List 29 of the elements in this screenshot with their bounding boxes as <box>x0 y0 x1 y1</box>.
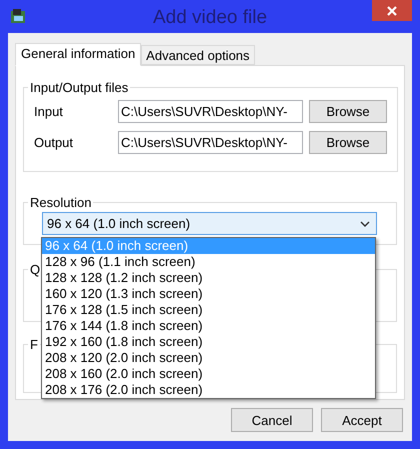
group-title: Resolution <box>29 195 92 210</box>
dropdown-option[interactable]: 208 x 160 (2.0 inch screen) <box>42 366 375 382</box>
chevron-icon <box>360 220 370 226</box>
dropdown-option[interactable]: 208 x 176 (2.0 inch screen) <box>42 382 375 398</box>
dialog-button[interactable]: Cancel <box>231 408 313 432</box>
window-title: Add video file <box>152 7 268 29</box>
group-title: Q <box>29 262 42 277</box>
browse-button[interactable]: Browse <box>309 100 387 122</box>
dropdown-option[interactable]: 192 x 160 (1.8 inch screen) <box>42 334 375 350</box>
field-label: Output <box>34 134 74 150</box>
dropdown-option[interactable]: 176 x 128 (1.5 inch screen) <box>42 302 375 318</box>
tab[interactable]: General information <box>15 43 142 66</box>
path-field[interactable]: C:\Users\SUVR\Desktop\NY- <box>118 100 303 122</box>
browse-button[interactable]: Browse <box>309 130 387 154</box>
dropdown-option[interactable]: 208 x 120 (2.0 inch screen) <box>42 350 375 366</box>
close-icon <box>386 4 398 16</box>
dropdown-option[interactable]: 128 x 128 (1.2 inch screen) <box>42 270 375 286</box>
field-label: Input <box>34 104 64 118</box>
tab[interactable]: Advanced options <box>141 45 255 65</box>
close-button[interactable] <box>372 0 412 21</box>
dropdown-option[interactable]: 160 x 120 (1.3 inch screen) <box>42 286 375 302</box>
dialog-button[interactable]: Accept <box>321 408 403 432</box>
resolution-dropdown[interactable]: 96 x 64 (1.0 inch screen) <box>42 212 377 235</box>
dropdown-option[interactable]: 128 x 96 (1.1 inch screen) <box>42 254 375 270</box>
dropdown-option[interactable]: 176 x 144 (1.8 inch screen) <box>42 318 375 334</box>
group-title: F <box>29 337 39 352</box>
group-title: Input/Output files <box>29 80 130 95</box>
app-icon <box>10 8 26 24</box>
path-field[interactable]: C:\Users\SUVR\Desktop\NY- <box>118 130 303 154</box>
